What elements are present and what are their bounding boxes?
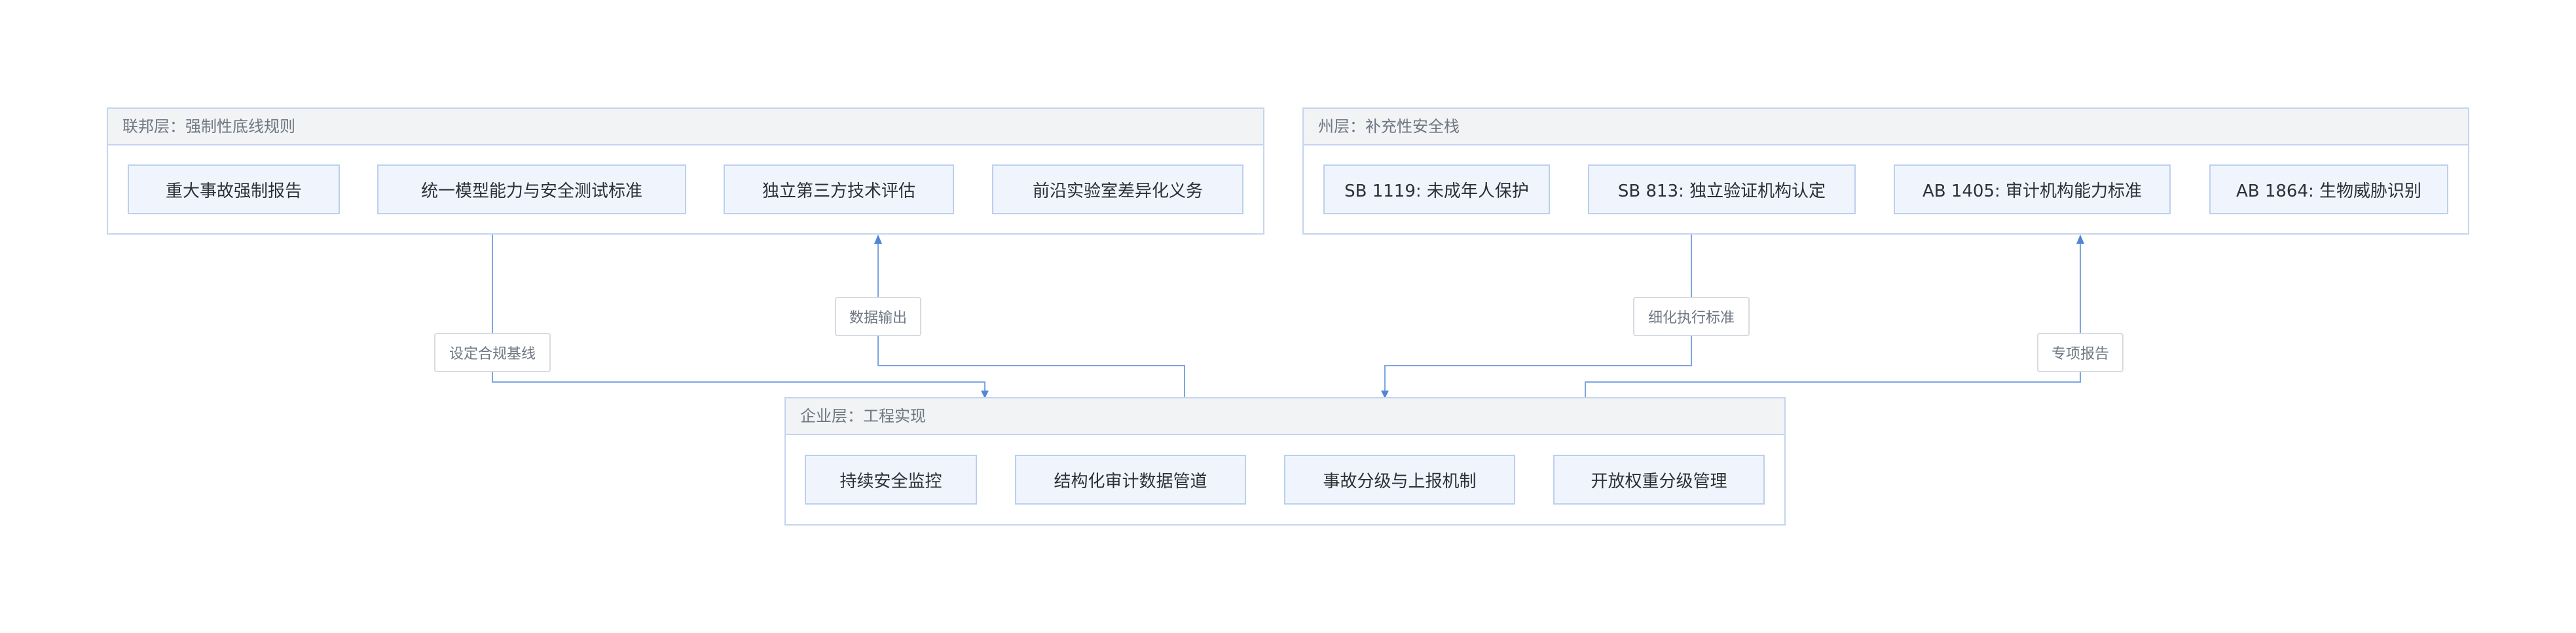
enterprise-layer-title: 企业层：工程实现 [786,398,1784,435]
federal-item-third-party-eval[interactable]: 独立第三方技术评估 [724,164,954,214]
state-item-ab1864[interactable]: AB 1864: 生物威胁识别 [2209,164,2448,214]
federal-item-testing-standards[interactable]: 统一模型能力与安全测试标准 [377,164,686,214]
edge-label-set-baseline: 设定合规基线 [434,333,551,372]
edge-data-output [877,241,1185,397]
federal-layer-title: 联邦层：强制性底线规则 [108,109,1263,145]
edge-label-special-report: 专项报告 [2037,333,2124,372]
enterprise-item-incident-tiering[interactable]: 事故分级与上报机制 [1284,455,1515,505]
state-item-sb1119[interactable]: SB 1119: 未成年人保护 [1323,164,1550,214]
state-item-ab1405[interactable]: AB 1405: 审计机构能力标准 [1894,164,2171,214]
connector-lines [492,235,2084,398]
enterprise-item-open-weights[interactable]: 开放权重分级管理 [1553,455,1765,505]
state-layer-title: 州层：补充性安全栈 [1304,109,2468,145]
enterprise-item-audit-pipeline[interactable]: 结构化审计数据管道 [1015,455,1246,505]
edge-label-refine-standards: 细化执行标准 [1633,297,1750,336]
edge-label-data-output: 数据输出 [835,297,921,336]
enterprise-item-monitoring[interactable]: 持续安全监控 [805,455,977,505]
state-item-sb813[interactable]: SB 813: 独立验证机构认定 [1588,164,1856,214]
federal-item-frontier-obligations[interactable]: 前沿实验室差异化义务 [992,164,1243,214]
federal-item-incident-report[interactable]: 重大事故强制报告 [128,164,340,214]
